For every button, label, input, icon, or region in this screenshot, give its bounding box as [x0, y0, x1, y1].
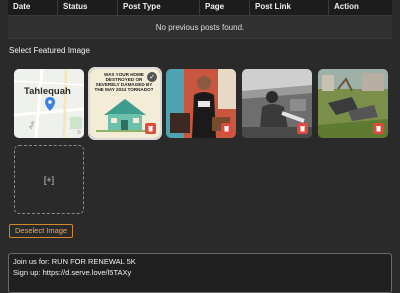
debris-photo-thumbnail[interactable] — [318, 69, 388, 138]
previous-posts-table: Date Status Post Type Page Post Link Act… — [8, 0, 392, 39]
map-copyright: © — [77, 130, 81, 136]
deselect-image-button[interactable]: Deselect Image — [9, 224, 74, 238]
post-editor-panel: Date Status Post Type Page Post Link Act… — [0, 0, 400, 293]
checkmark-icon: ✓ — [147, 72, 157, 82]
trash-icon[interactable] — [373, 123, 384, 134]
column-post-link[interactable]: Post Link — [250, 0, 329, 15]
trash-icon[interactable] — [221, 123, 232, 134]
column-page[interactable]: Page — [200, 0, 250, 15]
tornado-flyer-thumbnail[interactable]: WAS YOUR HOME DESTROYED OR SEVERELY DAMA… — [88, 67, 162, 140]
table-header: Date Status Post Type Page Post Link Act… — [8, 0, 392, 16]
add-image-label: [+] — [43, 174, 55, 185]
column-action[interactable]: Action — [329, 0, 392, 15]
volunteer-photo-thumbnail[interactable] — [166, 69, 236, 138]
post-text-area[interactable]: Join us for: RUN FOR RENEWAL 5K Sign up:… — [8, 253, 392, 293]
flyer-headline: WAS YOUR HOME DESTROYED OR SEVERELY DAMA… — [94, 72, 154, 92]
empty-table-message: No previous posts found. — [8, 16, 392, 39]
map-city-label: Tahlequah — [24, 86, 71, 97]
trash-icon[interactable] — [297, 123, 308, 134]
map-thumbnail[interactable]: Tahlequah Ave © — [14, 69, 84, 138]
map-image — [14, 69, 84, 138]
column-post-type[interactable]: Post Type — [118, 0, 200, 15]
featured-image-title: Select Featured Image — [9, 46, 90, 55]
worker-photo-thumbnail[interactable] — [242, 69, 312, 138]
post-text-line-2: Sign up: https://d.serve.love/l5TAXy — [13, 267, 132, 277]
column-status[interactable]: Status — [58, 0, 118, 15]
column-date[interactable]: Date — [8, 0, 58, 15]
trash-icon[interactable] — [145, 123, 156, 134]
upload-image-dropzone[interactable]: [+] — [14, 145, 84, 214]
post-text-line-1: Join us for: RUN FOR RENEWAL 5K — [13, 257, 136, 266]
